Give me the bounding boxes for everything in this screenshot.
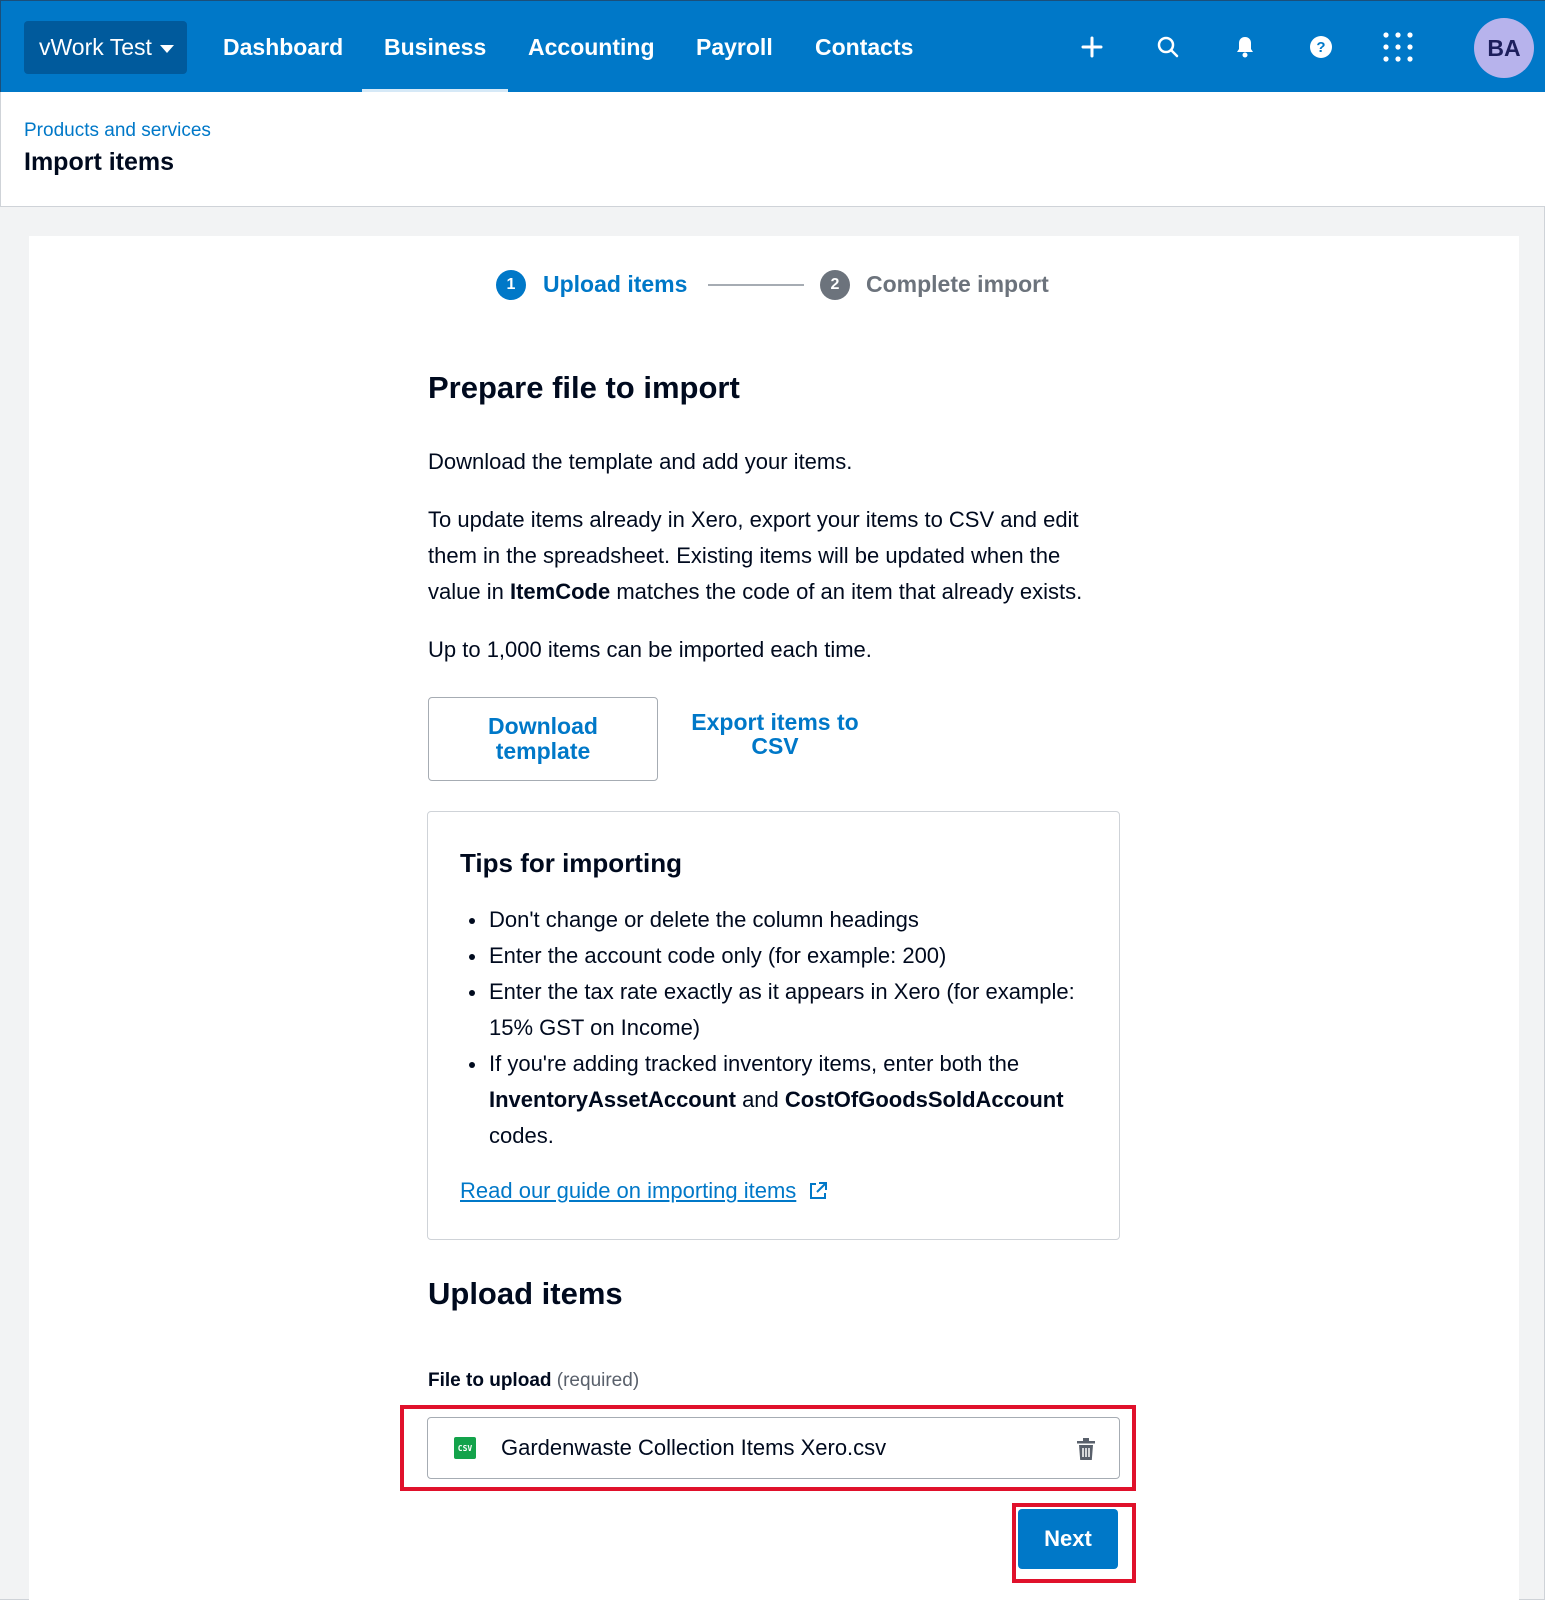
step-2-number: 2: [820, 270, 850, 300]
organisation-name: vWork Test: [39, 34, 152, 60]
nav-accounting[interactable]: Accounting: [528, 1, 655, 93]
top-navigation: vWork Test Dashboard Business Accounting…: [0, 0, 1545, 93]
uploaded-file-name: Gardenwaste Collection Items Xero.csv: [501, 1435, 887, 1460]
nav-contacts[interactable]: Contacts: [815, 1, 913, 93]
svg-text:?: ?: [1316, 39, 1325, 56]
next-button[interactable]: Next: [1018, 1509, 1118, 1569]
upload-heading: Upload items: [428, 1276, 623, 1311]
download-template-button[interactable]: Download template: [428, 697, 658, 781]
nav-payroll[interactable]: Payroll: [696, 1, 773, 93]
stepper-connector: [708, 284, 804, 286]
plus-icon[interactable]: [1072, 27, 1112, 67]
apps-grid-icon[interactable]: [1378, 27, 1418, 67]
file-upload-label: File to upload (required): [428, 1370, 640, 1391]
tips-title: Tips for importing: [460, 848, 682, 878]
tip-item: Enter the account code only (for example…: [460, 938, 1100, 974]
csv-file-icon: CSV: [454, 1437, 476, 1459]
tips-list: Don't change or delete the column headin…: [460, 902, 1100, 1154]
external-link-icon: [810, 1182, 828, 1199]
prepare-update-text: To update items already in Xero, export …: [428, 507, 1083, 604]
uploaded-file-field[interactable]: CSV Gardenwaste Collection Items Xero.cs…: [427, 1417, 1120, 1479]
step-2-label: Complete import: [866, 271, 1049, 297]
page-title: Import items: [24, 148, 175, 176]
nav-dashboard[interactable]: Dashboard: [223, 1, 343, 93]
breadcrumb-products-and-services[interactable]: Products and services: [24, 120, 211, 142]
prepare-limit-text: Up to 1,000 items can be imported each t…: [428, 637, 872, 662]
organisation-switcher[interactable]: vWork Test: [24, 21, 187, 74]
tip-item: If you're adding tracked inventory items…: [460, 1046, 1100, 1154]
prepare-intro: Download the template and add your items…: [428, 449, 853, 474]
chevron-down-icon: [159, 44, 174, 53]
page-header: Products and services Import items: [0, 92, 1545, 207]
tip-item: Don't change or delete the column headin…: [460, 902, 1100, 938]
step-1-label: Upload items: [543, 271, 688, 297]
importing-guide-link[interactable]: Read our guide on importing items: [460, 1178, 828, 1204]
step-1-number: 1: [496, 270, 526, 300]
search-icon[interactable]: [1148, 27, 1188, 67]
prepare-heading: Prepare file to import: [428, 370, 740, 405]
tip-item: Enter the tax rate exactly as it appears…: [460, 974, 1100, 1046]
user-avatar[interactable]: BA: [1474, 18, 1534, 78]
nav-business[interactable]: Business: [361, 1, 509, 93]
export-items-to-csv-button[interactable]: Export items to CSV: [680, 710, 870, 758]
bell-icon[interactable]: [1225, 27, 1265, 67]
tips-panel: Tips for importing Don't change or delet…: [427, 811, 1120, 1240]
trash-icon[interactable]: [1073, 1436, 1099, 1462]
help-icon[interactable]: ?: [1301, 27, 1341, 67]
